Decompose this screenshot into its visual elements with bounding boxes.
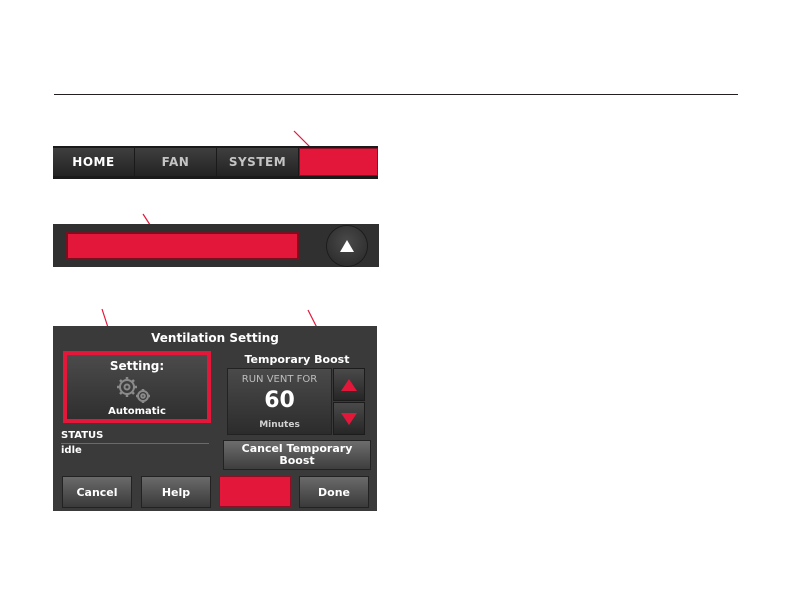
tab-system-label: SYSTEM (228, 155, 287, 169)
setting-button-face: Setting: Automatic (67, 355, 207, 419)
setting-value: Automatic (108, 406, 166, 417)
highlighted-list-item[interactable] (66, 232, 299, 260)
boost-caption: RUN VENT FOR (241, 374, 318, 385)
help-button-label: Help (161, 485, 191, 499)
decrease-button[interactable] (333, 402, 365, 435)
gear-icon (117, 377, 150, 403)
tab-fan-label: FAN (161, 155, 190, 169)
tab-system[interactable]: SYSTEM (217, 148, 298, 176)
cancel-button-label: Cancel (76, 485, 118, 499)
boost-minutes-value: 60 (264, 388, 295, 413)
setting-label: Setting: (109, 359, 165, 373)
cancel-temporary-boost-button[interactable]: Cancel Temporary Boost (223, 440, 371, 470)
setting-button[interactable]: Setting: Automatic (63, 351, 211, 423)
status-value: idle (61, 445, 82, 456)
done-button-label: Done (318, 485, 350, 499)
boost-unit: Minutes (259, 420, 300, 430)
tab-home-label: HOME (72, 155, 115, 169)
done-button[interactable]: Done (299, 476, 369, 508)
main-nav-bar: HOME FAN SYSTEM (53, 146, 378, 179)
callout-lines (101, 130, 341, 374)
tab-highlighted[interactable] (299, 148, 378, 176)
tab-fan[interactable]: FAN (135, 148, 216, 176)
increase-button[interactable] (333, 368, 365, 401)
up-triangle-icon (340, 240, 354, 252)
red-up-arrow-icon (341, 378, 357, 391)
status-divider (61, 443, 209, 444)
ventilation-screen: Ventilation Setting Setting: Automatic S… (53, 326, 377, 511)
red-down-arrow-icon (341, 412, 357, 425)
cancel-temporary-boost-label: Cancel Temporary Boost (241, 442, 353, 467)
boost-title: Temporary Boost (244, 353, 350, 366)
status-label: STATUS (61, 430, 104, 441)
screen-title: Ventilation Setting (151, 331, 279, 345)
scroll-up-button[interactable] (327, 226, 367, 266)
highlighted-button[interactable] (219, 476, 291, 507)
boost-display: RUN VENT FOR 60 Minutes (227, 368, 332, 435)
list-strip (53, 224, 379, 267)
help-button[interactable]: Help (141, 476, 211, 508)
cancel-button[interactable]: Cancel (62, 476, 132, 508)
tab-home[interactable]: HOME (53, 148, 134, 176)
